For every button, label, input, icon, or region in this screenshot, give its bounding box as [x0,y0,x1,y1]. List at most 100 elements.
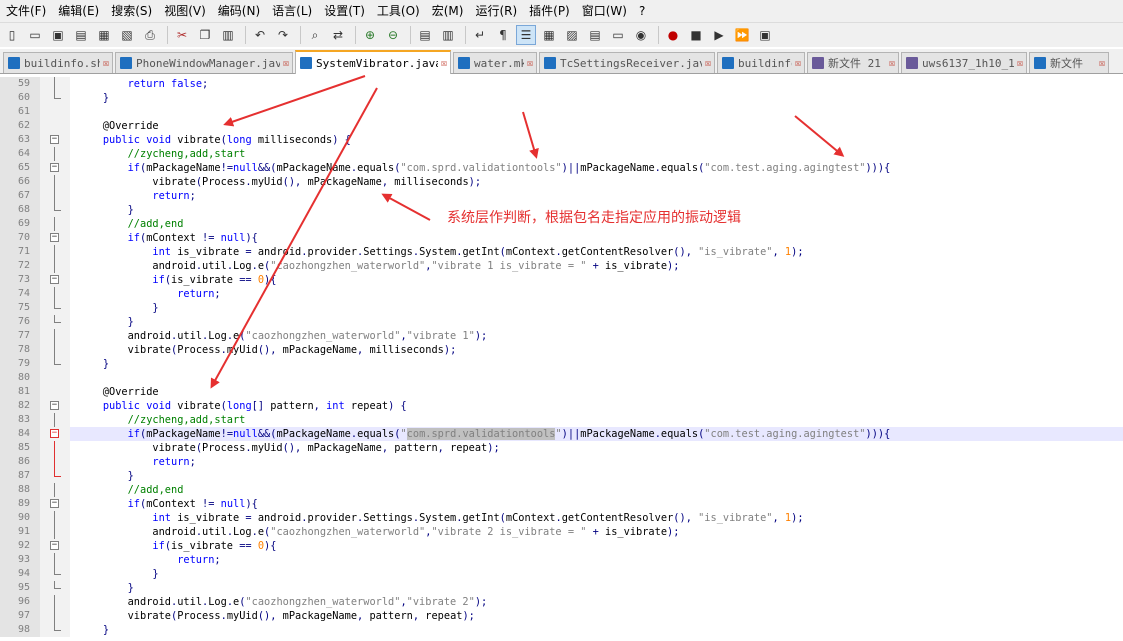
redo-icon[interactable]: ↷ [273,25,293,45]
code-line[interactable]: 81 @Override [0,385,1123,399]
find-icon[interactable]: ⌕ [305,25,325,45]
code-line[interactable]: 60 } [0,91,1123,105]
code-line[interactable]: 85 vibrate(Process.myUid(), mPackageName… [0,441,1123,455]
stop-record-icon[interactable]: ■ [686,25,706,45]
tab-close-icon[interactable]: ☒ [795,58,801,69]
sync-h-icon[interactable]: ▥ [438,25,458,45]
function-list-icon[interactable]: ▤ [585,25,605,45]
undo-icon[interactable]: ↶ [250,25,270,45]
menu-item[interactable]: 编码(N) [212,0,266,22]
fold-toggle-icon[interactable]: − [50,499,59,508]
tab-2[interactable]: SystemVibrator.java ☒ [295,50,451,74]
tab-close-icon[interactable]: ☒ [283,58,289,69]
code-line[interactable]: 97 vibrate(Process.myUid(), mPackageName… [0,609,1123,623]
tab-0[interactable]: buildinfo.sh ☒ [3,52,113,73]
menu-item[interactable]: 运行(R) [469,0,523,22]
zoom-in-icon[interactable]: ⊕ [360,25,380,45]
menu-item[interactable]: 搜索(S) [105,0,158,22]
code-line[interactable]: 91 android.util.Log.e("caozhongzhen_wate… [0,525,1123,539]
tab-close-icon[interactable]: ☒ [1017,58,1023,69]
code-line[interactable]: 94 } [0,567,1123,581]
code-line[interactable]: 66 vibrate(Process.myUid(), mPackageName… [0,175,1123,189]
menu-item[interactable]: ? [633,0,651,22]
code-line[interactable]: 78 vibrate(Process.myUid(), mPackageName… [0,343,1123,357]
code-line[interactable]: 89 − if(mContext != null){ [0,497,1123,511]
fold-toggle-icon[interactable]: − [50,429,59,438]
code-line[interactable]: 73 − if(is_vibrate == 0){ [0,273,1123,287]
fold-toggle-icon[interactable]: − [50,401,59,410]
code-line[interactable]: 67 return; [0,189,1123,203]
fold-toggle-icon[interactable]: − [50,163,59,172]
code-line[interactable]: 83 //zycheng,add,start [0,413,1123,427]
tab-close-icon[interactable]: ☒ [103,58,109,69]
tab-4[interactable]: TcSettingsReceiver.java ☒ [539,52,715,73]
menu-item[interactable]: 视图(V) [158,0,212,22]
menu-item[interactable]: 语言(L) [266,0,318,22]
fold-toggle-icon[interactable]: − [50,275,59,284]
tab-close-icon[interactable]: ☒ [527,58,533,69]
cut-icon[interactable]: ✂ [172,25,192,45]
menu-item[interactable]: 插件(P) [523,0,576,22]
zoom-out-icon[interactable]: ⊖ [383,25,403,45]
show-all-chars-icon[interactable]: ¶ [493,25,513,45]
user-lang-icon[interactable]: ▦ [539,25,559,45]
code-line[interactable]: 90 int is_vibrate = android.provider.Set… [0,511,1123,525]
menu-item[interactable]: 窗口(W) [576,0,633,22]
code-line[interactable]: 62 @Override [0,119,1123,133]
tab-5[interactable]: buildinfo.sh☒ [717,52,805,73]
code-line[interactable]: 75 } [0,301,1123,315]
code-line[interactable]: 63 − public void vibrate(long millisecond… [0,133,1123,147]
fold-toggle-icon[interactable]: − [50,541,59,550]
code-line[interactable]: 88 //add,end [0,483,1123,497]
open-file-icon[interactable]: ▭ [25,25,45,45]
code-line[interactable]: 92 − if(is_vibrate == 0){ [0,539,1123,553]
tab-close-icon[interactable]: ☒ [1099,58,1105,69]
code-line[interactable]: 71 int is_vibrate = android.provider.Set… [0,245,1123,259]
code-line[interactable]: 74 return; [0,287,1123,301]
tab-close-icon[interactable]: ☒ [441,58,447,69]
play-macro-icon[interactable]: ▶ [709,25,729,45]
code-line[interactable]: 70 − if(mContext != null){ [0,231,1123,245]
folder-workspace-icon[interactable]: ▭ [608,25,628,45]
replace-icon[interactable]: ⇄ [328,25,348,45]
code-line[interactable]: 72 android.util.Log.e("caozhongzhen_wate… [0,259,1123,273]
code-line[interactable]: 80 [0,371,1123,385]
save-all-icon[interactable]: ▤ [71,25,91,45]
tab-8[interactable]: 新文件 ☒ [1029,52,1109,73]
record-macro-icon[interactable]: ● [663,25,683,45]
code-editor[interactable]: 59 return false; 60 } 61 62 @Override 63− pu… [0,75,1123,641]
fold-toggle-icon[interactable]: − [50,135,59,144]
tab-close-icon[interactable]: ☒ [889,58,895,69]
code-line[interactable]: 77 android.util.Log.e("caozhongzhen_wate… [0,329,1123,343]
tab-3[interactable]: water.mk ☒ [453,52,537,73]
code-line[interactable]: 84 − if(mPackageName!=null&&(mPackageName… [0,427,1123,441]
tab-close-icon[interactable]: ☒ [705,58,711,69]
word-wrap-icon[interactable]: ↵ [470,25,490,45]
copy-icon[interactable]: ❐ [195,25,215,45]
code-line[interactable]: 87 } [0,469,1123,483]
paste-icon[interactable]: ▥ [218,25,238,45]
run-macro-multiple-icon[interactable]: ⏩ [732,25,752,45]
menu-item[interactable]: 编辑(E) [52,0,105,22]
tab-1[interactable]: PhoneWindowManager.java ☒ [115,52,293,73]
code-line[interactable]: 61 [0,105,1123,119]
close-all-icon[interactable]: ▧ [117,25,137,45]
save-macro-icon[interactable]: ▣ [755,25,775,45]
code-line[interactable]: 96 android.util.Log.e("caozhongzhen_wate… [0,595,1123,609]
code-line[interactable]: 59 return false; [0,77,1123,91]
indent-guide-icon[interactable]: ☰ [516,25,536,45]
code-line[interactable]: 86 return; [0,455,1123,469]
code-line[interactable]: 95 } [0,581,1123,595]
code-line[interactable]: 79 } [0,357,1123,371]
tab-7[interactable]: uws6137_1h10_1g.mk☒ [901,52,1027,73]
fold-toggle-icon[interactable]: − [50,233,59,242]
tab-6[interactable]: 新文件 21 ☒ [807,52,899,73]
close-icon[interactable]: ▦ [94,25,114,45]
code-line[interactable]: 76 } [0,315,1123,329]
save-icon[interactable]: ▣ [48,25,68,45]
code-line[interactable]: 65 − if(mPackageName!=null&&(mPackageName… [0,161,1123,175]
menu-item[interactable]: 文件(F) [0,0,52,22]
code-line[interactable]: 98 } [0,623,1123,637]
menu-item[interactable]: 设置(T) [318,0,371,22]
menu-item[interactable]: 宏(M) [426,0,470,22]
